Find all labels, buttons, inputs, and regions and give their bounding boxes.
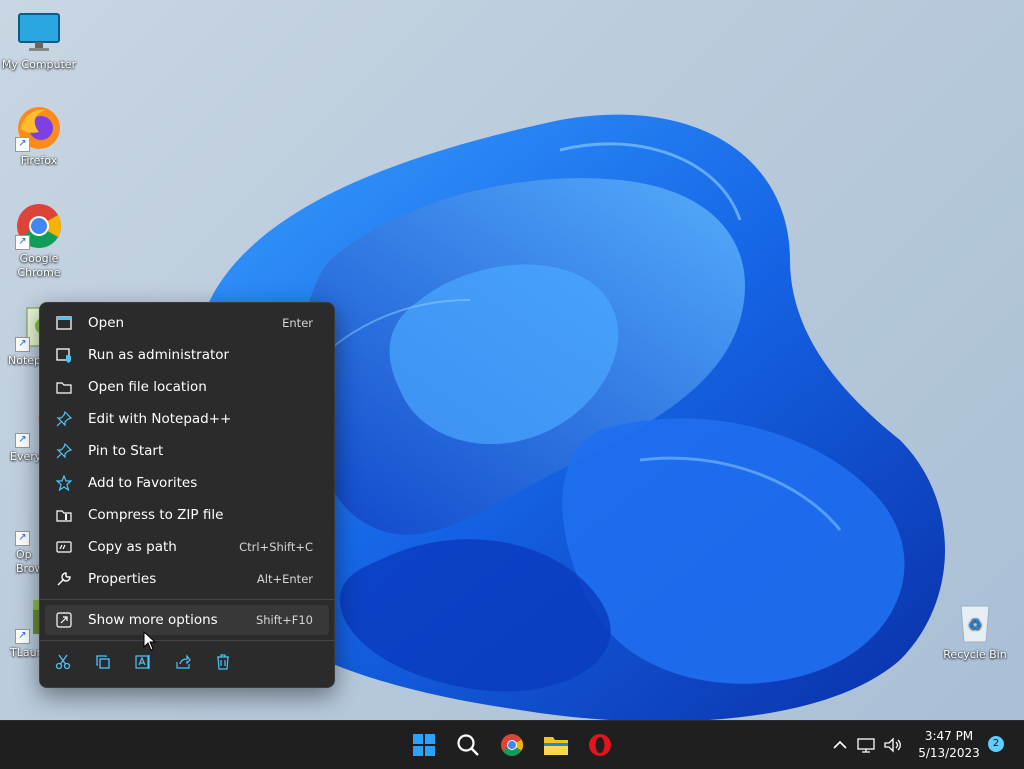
desktop-icon-firefox[interactable]: ↗ Firefox (0, 104, 78, 168)
shortcut-arrow-icon: ↗ (15, 235, 30, 250)
clock[interactable]: 3:47 PM 5/13/2023 (912, 728, 986, 762)
menu-item-show-more-options[interactable]: Show more options Shift+F10 (45, 605, 329, 635)
menu-item-copy-as-path[interactable]: Copy as path Ctrl+Shift+C (45, 532, 329, 562)
context-menu: Open Enter Run as administrator Open fil… (39, 302, 335, 688)
taskbar: 3:47 PM 5/13/2023 2 (0, 720, 1024, 769)
desktop-icon-label: Google Chrome (17, 252, 61, 279)
copy-icon[interactable] (91, 650, 115, 674)
rename-icon[interactable] (131, 650, 155, 674)
menu-item-run-as-administrator[interactable]: Run as administrator (45, 340, 329, 370)
monitor-icon (15, 8, 63, 56)
search-icon[interactable] (452, 729, 484, 761)
window-icon (54, 313, 74, 333)
file-explorer-icon[interactable] (540, 729, 572, 761)
volume-icon[interactable] (882, 729, 904, 761)
opera-icon[interactable] (584, 729, 616, 761)
shortcut-arrow-icon: ↗ (15, 629, 30, 644)
star-icon (54, 473, 74, 493)
cut-icon[interactable] (51, 650, 75, 674)
network-icon[interactable] (856, 729, 876, 761)
menu-item-properties[interactable]: Properties Alt+Enter (45, 564, 329, 594)
mouse-cursor-icon (143, 631, 157, 651)
chrome-icon: ↗ (15, 202, 63, 250)
delete-icon[interactable] (211, 650, 235, 674)
desktop-icon-google-chrome[interactable]: ↗ Google Chrome (0, 202, 78, 280)
shield-icon (54, 345, 74, 365)
clock-date: 5/13/2023 (918, 746, 980, 760)
start-icon[interactable] (408, 729, 440, 761)
menu-item-open[interactable]: Open Enter (45, 308, 329, 338)
zip-folder-icon (54, 505, 74, 525)
firefox-icon: ↗ (15, 104, 63, 152)
pin-icon (54, 409, 74, 429)
pin-icon (54, 441, 74, 461)
clock-time: 3:47 PM (924, 729, 974, 743)
menu-separator (40, 599, 334, 600)
menu-item-pin-to-start[interactable]: Pin to Start (45, 436, 329, 466)
shortcut-arrow-icon: ↗ (15, 433, 30, 448)
chrome-icon[interactable] (496, 729, 528, 761)
desktop-icon-label: Recycle Bin (943, 648, 1007, 661)
desktop-icon-label: Firefox (20, 154, 58, 167)
notification-badge[interactable]: 2 (988, 736, 1004, 752)
path-icon (54, 537, 74, 557)
desktop-icon-recycle-bin[interactable]: ♻ Recycle Bin (936, 598, 1014, 662)
wrench-icon (54, 569, 74, 589)
desktop-icon-my-computer[interactable]: My Computer (0, 8, 78, 72)
shortcut-arrow-icon: ↗ (15, 137, 30, 152)
menu-separator (40, 640, 334, 641)
menu-item-open-file-location[interactable]: Open file location (45, 372, 329, 402)
desktop-icon-label: My Computer (1, 58, 77, 71)
expand-icon (54, 610, 74, 630)
shortcut-arrow-icon: ↗ (15, 531, 30, 546)
share-icon[interactable] (171, 650, 195, 674)
recycle-bin-icon: ♻ (951, 598, 999, 646)
menu-item-compress-to-zip[interactable]: Compress to ZIP file (45, 500, 329, 530)
menu-item-edit-with-notepad[interactable]: Edit with Notepad++ (45, 404, 329, 434)
shortcut-arrow-icon: ↗ (15, 337, 30, 352)
menu-item-add-to-favorites[interactable]: Add to Favorites (45, 468, 329, 498)
svg-text:♻: ♻ (968, 615, 982, 634)
chevron-up-icon[interactable] (824, 729, 856, 761)
folder-icon (54, 377, 74, 397)
